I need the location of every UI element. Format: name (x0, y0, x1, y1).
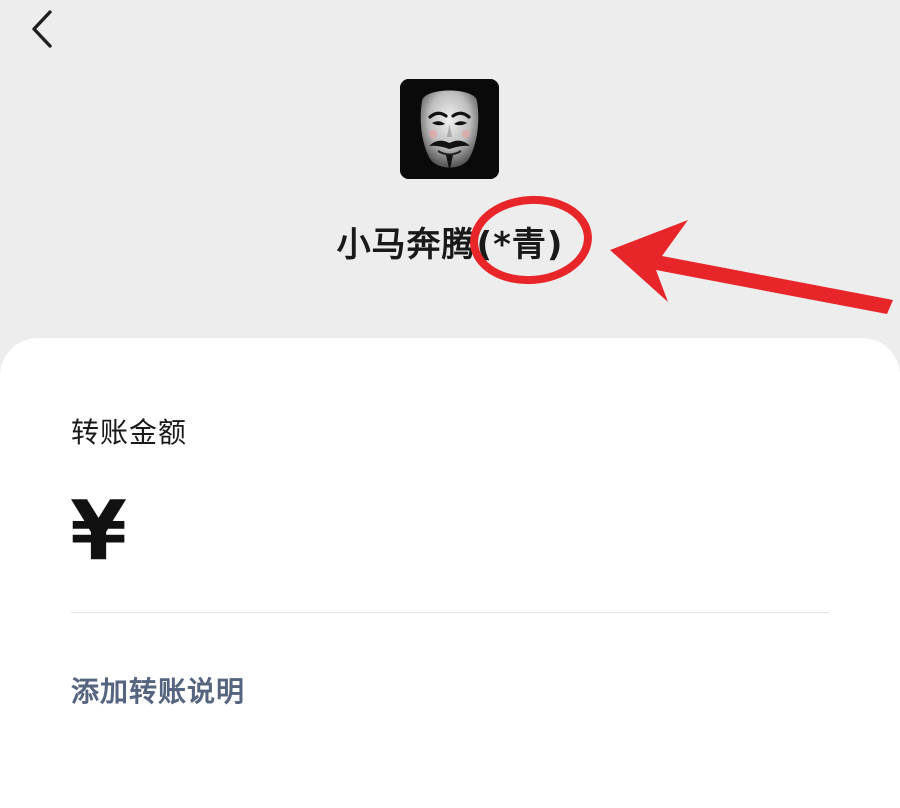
add-transfer-note-link[interactable]: 添加转账说明 (71, 673, 245, 711)
chevron-left-icon (32, 10, 52, 48)
mask-avatar-image (400, 79, 499, 179)
divider (71, 612, 829, 613)
avatar (400, 79, 499, 179)
amount-label: 转账金额 (71, 416, 188, 449)
recipient-name: 小马奔腾(*青) (336, 225, 564, 265)
amount-input[interactable]: ¥ (70, 486, 127, 578)
back-button[interactable] (22, 2, 70, 54)
transfer-panel (0, 338, 900, 808)
